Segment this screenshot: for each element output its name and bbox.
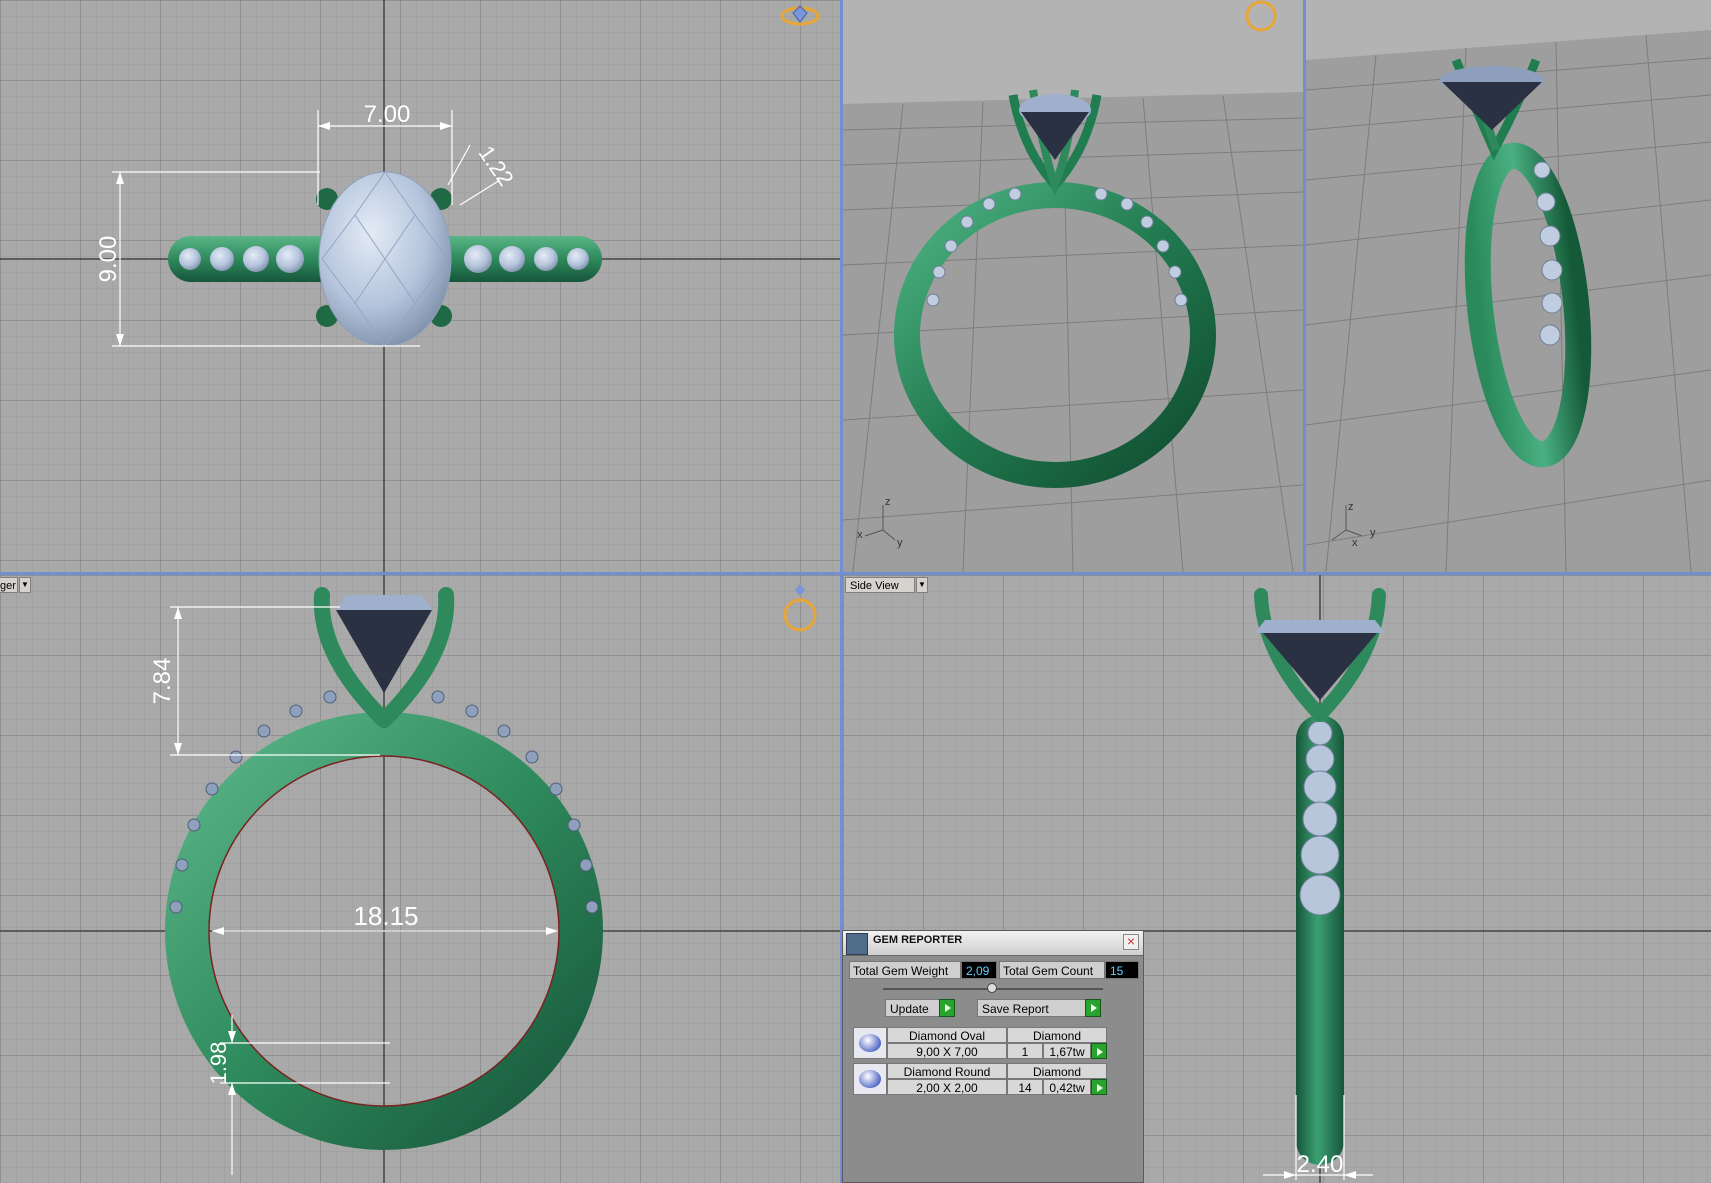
dim-band-thickness: 1.98: [206, 1042, 231, 1085]
axis-y-a: y: [897, 537, 903, 549]
perspective-a-canvas: z x y: [843, 0, 1303, 572]
perspective-b-canvas: z x y: [1306, 30, 1711, 572]
axis-y-b: y: [1370, 527, 1376, 539]
axis-z-a: z: [885, 496, 891, 508]
close-icon[interactable]: ×: [1123, 934, 1139, 950]
dim-band-width: 2.40: [1297, 1151, 1344, 1178]
top-view-canvas: 7.00 9.00 1.22: [0, 0, 840, 572]
axis-x-a: x: [857, 529, 863, 541]
gem-size: 9,00 X 7,00: [887, 1043, 1007, 1059]
gem-size: 2,00 X 2,00: [887, 1079, 1007, 1095]
axis-x-b: x: [1352, 537, 1358, 549]
slider-knob[interactable]: [987, 983, 997, 993]
axis-z-b: z: [1348, 501, 1354, 513]
front-viewport[interactable]: 7.84 18.15 1.98 ger ▼: [0, 575, 840, 1183]
gem-name: Diamond Round: [887, 1063, 1007, 1079]
top-viewport[interactable]: 7.00 9.00 1.22: [0, 0, 840, 572]
total-gem-weight-value: 2,09: [961, 961, 997, 979]
gem-weight: 0,42tw: [1043, 1079, 1091, 1095]
play-icon[interactable]: [939, 999, 955, 1017]
dim-height-top: 9.00: [95, 236, 122, 283]
gem-reporter-panel: GEM REPORTER × Total Gem Weight 2,09 Tot…: [842, 930, 1144, 1183]
play-icon[interactable]: [1091, 1043, 1107, 1059]
gem-count: 1: [1007, 1043, 1043, 1059]
perspective-viewport-b[interactable]: z x y: [1306, 0, 1711, 572]
play-icon[interactable]: [1085, 999, 1101, 1017]
chevron-down-icon[interactable]: ▼: [916, 577, 928, 593]
gem-reporter-slider[interactable]: [883, 983, 1103, 993]
view-selector-left[interactable]: ger ▼: [0, 577, 31, 593]
total-gem-count-label: Total Gem Count: [999, 961, 1105, 979]
gem-name: Diamond Oval: [887, 1027, 1007, 1043]
total-gem-count-value: 15: [1105, 961, 1139, 979]
oval-gem-icon: [853, 1027, 887, 1059]
total-gem-weight-label: Total Gem Weight: [849, 961, 961, 979]
update-button[interactable]: Update: [885, 999, 955, 1017]
gem-material: Diamond: [1007, 1063, 1107, 1079]
chevron-down-icon[interactable]: ▼: [19, 577, 31, 593]
gem-reporter-titlebar[interactable]: GEM REPORTER ×: [843, 931, 1143, 956]
round-gem-icon: [853, 1063, 887, 1095]
gem-count: 14: [1007, 1079, 1043, 1095]
viewport-divider-horizontal[interactable]: [0, 572, 1711, 575]
dim-width-top: 7.00: [364, 101, 411, 128]
perspective-viewport-a[interactable]: z x y: [843, 0, 1303, 572]
view-ring-icon-a: [1245, 0, 1277, 32]
dim-inner-diameter: 18.15: [353, 901, 418, 931]
gem-material: Diamond: [1007, 1027, 1107, 1043]
view-selector-side-label: Side View: [850, 580, 899, 592]
play-icon[interactable]: [1091, 1079, 1107, 1095]
gem-reporter-icon: [846, 933, 868, 955]
dim-setting-height: 7.84: [149, 658, 176, 705]
viewport-divider-vertical-right[interactable]: [1303, 0, 1306, 572]
gem-reporter-title: GEM REPORTER: [873, 934, 963, 946]
gem-weight: 1,67tw: [1043, 1043, 1091, 1059]
view-selector-left-label: ger: [0, 580, 16, 592]
front-view-canvas: 7.84 18.15 1.98: [0, 575, 840, 1183]
save-report-button[interactable]: Save Report: [977, 999, 1101, 1017]
view-selector-side[interactable]: Side View ▼: [845, 577, 928, 593]
